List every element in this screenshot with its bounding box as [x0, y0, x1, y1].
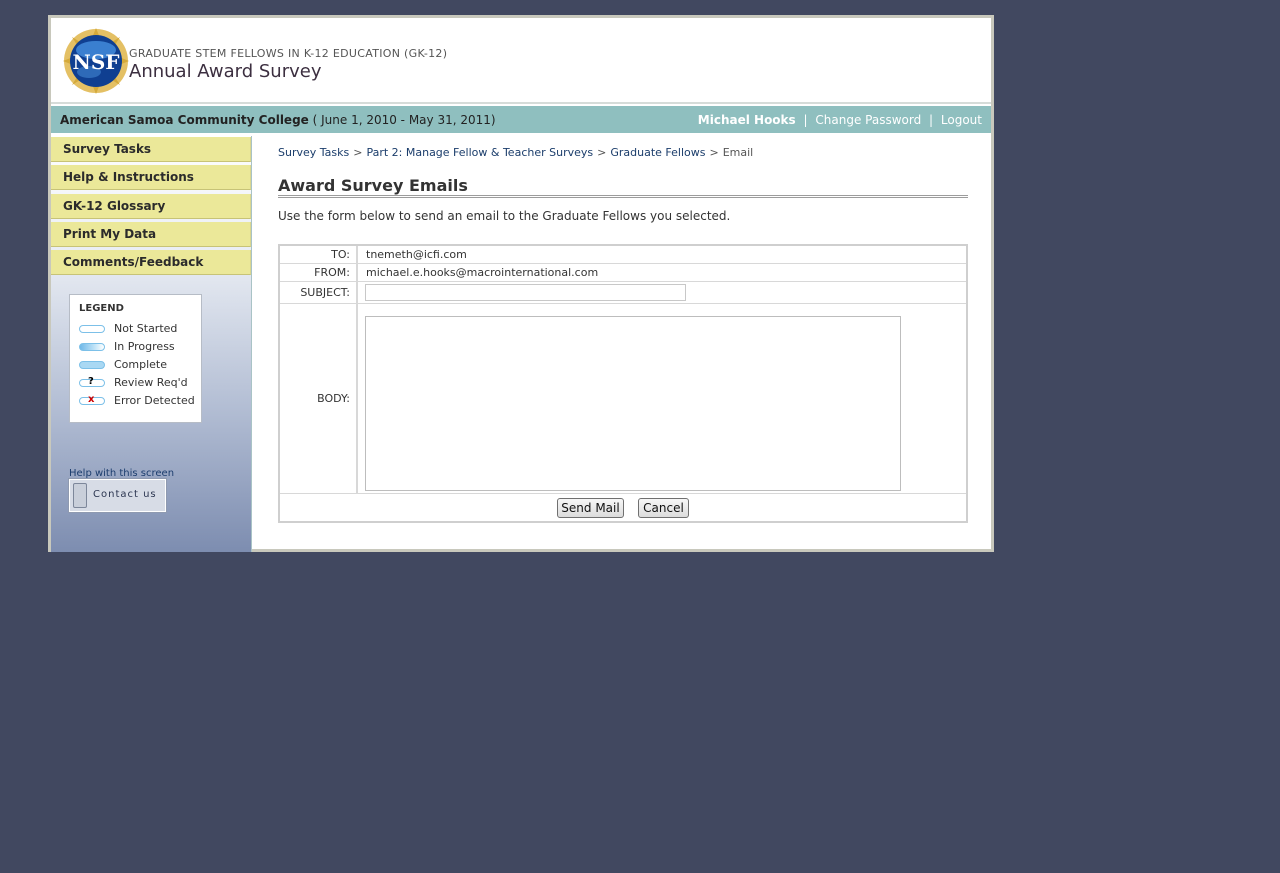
legend-label: Complete: [114, 358, 168, 371]
nav-survey-tasks[interactable]: Survey Tasks: [51, 137, 251, 162]
subject-row: SUBJECT:: [280, 282, 966, 304]
legend-title: LEGEND: [79, 303, 124, 314]
status-complete-icon: [79, 361, 105, 369]
legend-label: Error Detected: [114, 394, 195, 407]
question-mark-icon: ?: [88, 376, 94, 387]
status-in-progress-icon: [79, 343, 105, 351]
legend-label: In Progress: [114, 340, 175, 353]
subject-input[interactable]: [365, 284, 686, 301]
organization-info: American Samoa Community College ( June …: [60, 106, 496, 135]
user-name: Michael Hooks: [697, 113, 796, 127]
to-label: TO:: [280, 246, 358, 263]
nav-print-data[interactable]: Print My Data: [51, 222, 251, 247]
page-header: NSF GRADUATE STEM FELLOWS IN K-12 EDUCAT…: [51, 18, 991, 104]
status-not-started-icon: [79, 325, 105, 333]
legend-label: Review Req'd: [114, 376, 188, 389]
error-x-icon: x: [88, 394, 95, 405]
from-row: FROM: michael.e.hooks@macrointernational…: [280, 264, 966, 282]
contact-us-button[interactable]: Contact us: [68, 478, 167, 513]
survey-title: Annual Award Survey: [129, 61, 322, 82]
separator: |: [803, 113, 808, 127]
nav-help-instructions[interactable]: Help & Instructions: [51, 165, 251, 190]
award-period: ( June 1, 2010 - May 31, 2011): [312, 113, 496, 127]
legend-label: Not Started: [114, 322, 178, 335]
cancel-button[interactable]: Cancel: [638, 498, 689, 518]
nsf-logo: NSF: [63, 28, 129, 94]
send-mail-button[interactable]: Send Mail: [557, 498, 624, 518]
nav-glossary[interactable]: GK-12 Glossary: [51, 194, 251, 219]
breadcrumb-separator: >: [353, 146, 363, 159]
page-title: Award Survey Emails: [278, 176, 968, 198]
contact-us-label: Contact us: [93, 489, 157, 500]
page-intro: Use the form below to send an email to t…: [278, 209, 731, 223]
svg-text:NSF: NSF: [73, 50, 120, 74]
from-label: FROM:: [280, 264, 358, 281]
organization-bar: American Samoa Community College ( June …: [51, 105, 991, 134]
separator: |: [929, 113, 934, 127]
status-error-icon: x: [79, 394, 105, 405]
organization-name: American Samoa Community College: [60, 113, 309, 127]
nav-comments-feedback[interactable]: Comments/Feedback: [51, 250, 251, 275]
phone-icon: [73, 483, 87, 508]
breadcrumb-graduate-fellows[interactable]: Graduate Fellows: [610, 146, 705, 159]
breadcrumb-current: Email: [722, 146, 754, 159]
program-title: GRADUATE STEM FELLOWS IN K-12 EDUCATION …: [129, 47, 448, 60]
app-frame: NSF GRADUATE STEM FELLOWS IN K-12 EDUCAT…: [48, 15, 994, 552]
change-password-link[interactable]: Change Password: [815, 113, 921, 127]
form-actions: Send Mail Cancel: [280, 494, 966, 521]
logout-link[interactable]: Logout: [941, 113, 982, 127]
breadcrumb-separator: >: [709, 146, 719, 159]
breadcrumb-part2[interactable]: Part 2: Manage Fellow & Teacher Surveys: [366, 146, 593, 159]
to-row: TO: tnemeth@icfi.com: [280, 246, 966, 264]
status-review-icon: ?: [79, 376, 105, 387]
breadcrumb-survey-tasks[interactable]: Survey Tasks: [278, 146, 349, 159]
breadcrumb-separator: >: [597, 146, 607, 159]
from-value: michael.e.hooks@macrointernational.com: [366, 266, 599, 279]
help-label: Help with this screen: [69, 468, 175, 479]
status-legend: LEGEND Not Started In Progress Complete …: [69, 294, 202, 423]
body-textarea[interactable]: [365, 316, 901, 491]
main-content: Survey Tasks > Part 2: Manage Fellow & Tea…: [253, 136, 991, 552]
email-form: TO: tnemeth@icfi.com FROM: michael.e.hoo…: [278, 244, 968, 523]
breadcrumb: Survey Tasks > Part 2: Manage Fellow & Tea…: [278, 146, 753, 159]
body-label: BODY:: [280, 304, 358, 493]
user-menu: Michael Hooks | Change Password | Logout: [698, 106, 982, 135]
sidebar: Survey Tasks Help & Instructions GK-12 G…: [51, 136, 252, 552]
body-row: BODY:: [280, 304, 966, 494]
subject-label: SUBJECT:: [280, 282, 358, 303]
to-value: tnemeth@icfi.com: [366, 248, 467, 261]
